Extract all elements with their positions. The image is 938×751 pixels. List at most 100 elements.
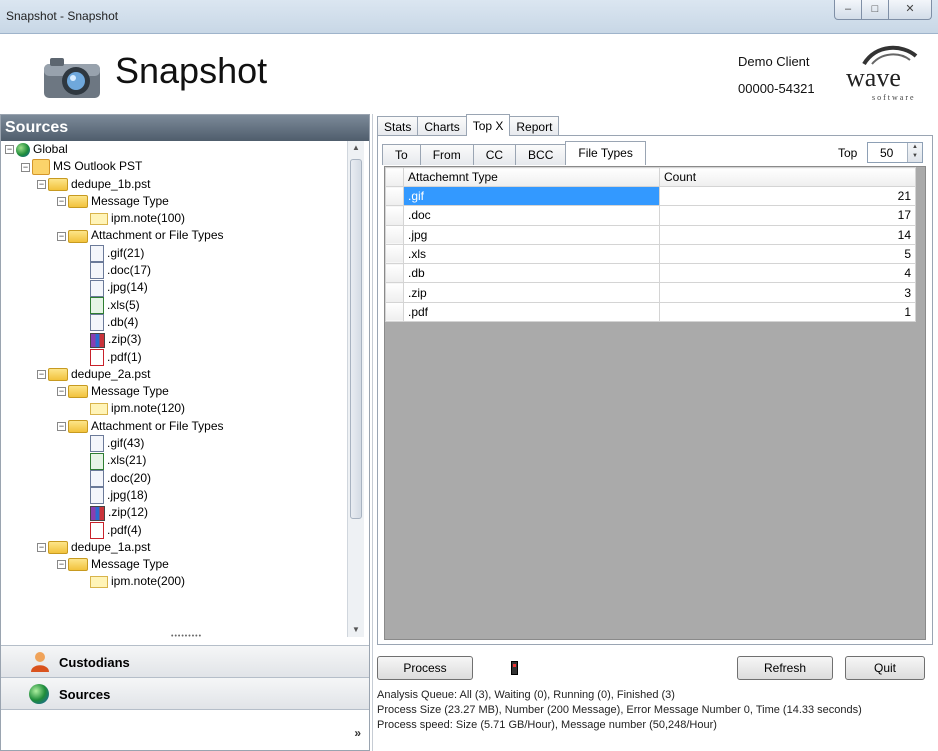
tree-node[interactable]: − dedupe_1b.pst	[1, 176, 347, 193]
collapse-toggle-icon[interactable]: −	[57, 387, 66, 397]
tree-node[interactable]: .xls(21)	[1, 452, 347, 470]
tree-node[interactable]: .zip(12)	[1, 504, 347, 521]
cell-count[interactable]: 4	[659, 263, 916, 284]
table-row[interactable]: .jpg 14	[385, 224, 916, 245]
tree-node[interactable]: − Attachment or File Types	[1, 418, 347, 435]
row-header[interactable]	[385, 205, 404, 226]
tree-node[interactable]: ipm.note(100)	[1, 210, 347, 227]
tree-node[interactable]: − dedupe_1a.pst	[1, 539, 347, 556]
minimize-button[interactable]: –	[834, 0, 862, 20]
collapse-toggle-icon[interactable]: −	[5, 145, 14, 155]
column-header-count[interactable]: Count	[659, 167, 916, 187]
collapse-toggle-icon[interactable]: −	[37, 370, 46, 380]
tree-node[interactable]: .doc(17)	[1, 262, 347, 280]
tab-top-x[interactable]: Top X	[465, 114, 511, 136]
tree-node-label: ipm.note(200)	[111, 574, 186, 589]
stepper-arrows-icon[interactable]: ▲ ▼	[907, 143, 922, 162]
top-count-stepper[interactable]: 50 ▲ ▼	[867, 142, 923, 163]
tree-node[interactable]: .gif(43)	[1, 435, 347, 453]
row-header[interactable]	[385, 185, 404, 207]
tree-node[interactable]: .db(4)	[1, 314, 347, 332]
table-row[interactable]: .pdf 1	[385, 301, 916, 323]
tree-node[interactable]: − Message Type	[1, 556, 347, 573]
cell-type[interactable]: .pdf	[403, 301, 660, 323]
table-row[interactable]: .zip 3	[385, 282, 916, 303]
tree-node[interactable]: − Message Type	[1, 383, 347, 400]
row-header[interactable]	[385, 263, 404, 284]
tree-node[interactable]: ipm.note(200)	[1, 573, 347, 590]
cell-type[interactable]: .jpg	[403, 224, 660, 245]
zip-icon	[90, 332, 105, 348]
row-header[interactable]	[385, 224, 404, 245]
cell-count[interactable]: 3	[659, 282, 916, 303]
chevron-right-icon[interactable]: »	[354, 726, 361, 740]
table-row[interactable]: .doc 17	[385, 205, 916, 226]
tab-stats[interactable]: Stats	[377, 116, 419, 136]
tree-node[interactable]: .pdf(1)	[1, 348, 347, 366]
tree-node-label: .doc(17)	[107, 263, 152, 278]
subtab-cc[interactable]: CC	[472, 144, 517, 165]
tree-node-label: Message Type	[91, 193, 169, 208]
table-row[interactable]: .db 4	[385, 263, 916, 284]
collapse-toggle-icon[interactable]: −	[57, 560, 66, 570]
quit-button[interactable]: Quit	[845, 656, 925, 680]
collapse-toggle-icon[interactable]: −	[37, 543, 46, 553]
status-text: Analysis Queue: All (3), Waiting (0), Ru…	[377, 688, 937, 733]
process-button[interactable]: Process	[377, 656, 473, 680]
tree-node[interactable]: .xls(5)	[1, 297, 347, 314]
cell-count[interactable]: 14	[659, 224, 916, 245]
column-header-type[interactable]: Attachemnt Type	[403, 167, 660, 187]
collapse-toggle-icon[interactable]: −	[37, 179, 46, 189]
table-row[interactable]: .gif 21	[385, 185, 916, 207]
subtab-file-types[interactable]: File Types	[565, 141, 646, 165]
cell-type[interactable]: .xls	[403, 243, 660, 265]
cell-type[interactable]: .db	[403, 263, 660, 284]
subtab-bcc[interactable]: BCC	[515, 144, 567, 165]
cell-count[interactable]: 1	[659, 301, 916, 323]
cell-type[interactable]: .gif	[403, 185, 660, 207]
cell-type[interactable]: .zip	[403, 282, 660, 303]
cell-count[interactable]: 17	[659, 205, 916, 226]
scroll-up-icon[interactable]: ▲	[348, 141, 364, 155]
cell-count[interactable]: 5	[659, 243, 916, 265]
subtab-to[interactable]: To	[382, 144, 421, 165]
person-icon	[31, 652, 49, 672]
subtab-from[interactable]: From	[419, 144, 474, 165]
scroll-thumb[interactable]	[350, 159, 362, 519]
cell-type[interactable]: .doc	[403, 205, 660, 226]
nav-sources[interactable]: Sources	[1, 677, 369, 709]
collapse-toggle-icon[interactable]: −	[21, 162, 30, 172]
scroll-down-icon[interactable]: ▼	[348, 623, 364, 637]
sub-tabs: To From CC BCC File Types	[382, 141, 646, 165]
tree-node[interactable]: .zip(3)	[1, 331, 347, 348]
tree-node[interactable]: − MS Outlook PST	[1, 158, 347, 176]
splitter-grip-icon[interactable]: •••••••••	[171, 633, 202, 640]
tab-charts[interactable]: Charts	[417, 116, 467, 136]
source-tree[interactable]: − Global − MS Outlook PST − dedupe_1b.pst − Mes…	[1, 141, 347, 637]
collapse-toggle-icon[interactable]: −	[57, 422, 66, 432]
tree-node[interactable]: .doc(20)	[1, 469, 347, 487]
tree-node[interactable]: − dedupe_2a.pst	[1, 366, 347, 383]
maximize-button[interactable]: □	[861, 0, 889, 20]
collapse-toggle-icon[interactable]: −	[57, 231, 66, 241]
close-button[interactable]: ✕	[888, 0, 932, 20]
tree-node[interactable]: .jpg(14)	[1, 279, 347, 297]
table-row[interactable]: .xls 5	[385, 243, 916, 265]
tree-node[interactable]: .gif(21)	[1, 245, 347, 263]
tree-node[interactable]: .jpg(18)	[1, 487, 347, 505]
tree-node[interactable]: − Global	[1, 141, 347, 158]
refresh-button[interactable]: Refresh	[737, 656, 833, 680]
cell-count[interactable]: 21	[659, 185, 916, 207]
tree-node[interactable]: .pdf(4)	[1, 521, 347, 539]
tree-node[interactable]: − Attachment or File Types	[1, 227, 347, 244]
tree-node[interactable]: − Message Type	[1, 193, 347, 210]
status-size: Process Size (23.27 MB), Number (200 Mes…	[377, 704, 862, 716]
row-header[interactable]	[385, 301, 404, 323]
row-header[interactable]	[385, 243, 404, 265]
nav-custodians[interactable]: Custodians	[1, 645, 369, 677]
row-header[interactable]	[385, 282, 404, 303]
tree-node[interactable]: ipm.note(120)	[1, 400, 347, 417]
collapse-toggle-icon[interactable]: −	[57, 197, 66, 207]
tab-report[interactable]: Report	[509, 116, 560, 136]
tree-scrollbar[interactable]: ▲ ▼	[347, 141, 364, 637]
